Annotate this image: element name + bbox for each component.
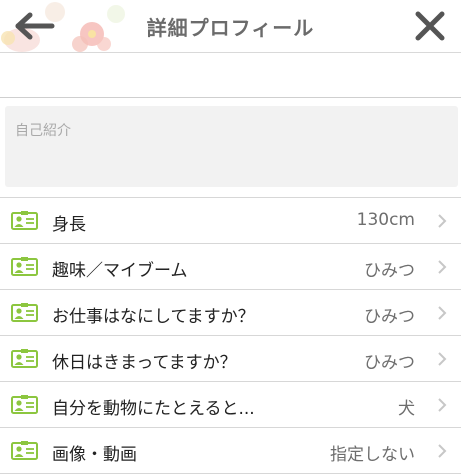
row-value: ひみつ [364,307,415,327]
id-card-icon [11,211,38,230]
profile-row-animal[interactable]: 自分を動物にたとえると... 犬 [0,382,461,428]
header-bar: 詳細プロフィール [0,0,461,53]
row-label: お仕事はなにしてますか？ [52,307,255,327]
id-card-icon [11,257,38,276]
id-card-icon [11,303,38,322]
profile-row-media[interactable]: 画像・動画 指定しない [0,428,461,474]
row-value: 犬 [398,399,415,419]
chevron-right-icon [438,352,447,366]
close-x-icon[interactable] [413,9,447,43]
spacer-row [0,53,461,98]
row-label: 自分を動物にたとえると... [52,399,255,419]
profile-row-hobby[interactable]: 趣味／マイブーム ひみつ [0,244,461,290]
row-label: 趣味／マイブーム [52,261,188,281]
chevron-right-icon [438,398,447,412]
id-card-icon [11,395,38,414]
row-value: 指定しない [330,445,415,465]
profile-row-job[interactable]: お仕事はなにしてますか？ ひみつ [0,290,461,336]
profile-row-holiday[interactable]: 休日はきまってますか？ ひみつ [0,336,461,382]
profile-row-height[interactable]: 身長 130cm [0,198,461,244]
self-introduction-placeholder: 自己紹介 [15,123,71,139]
row-value: ひみつ [364,261,415,281]
id-card-icon [11,349,38,368]
profile-detail-list: 身長 130cm 趣味／マイブーム ひみつ お仕事はなにしてますか？ ひみつ 休… [0,197,461,474]
row-label: 身長 [52,215,86,235]
page-title: 詳細プロフィール [146,16,315,40]
chevron-right-icon [438,306,447,320]
row-value: 130cm [356,210,415,230]
chevron-right-icon [438,444,447,458]
id-card-icon [11,441,38,460]
self-introduction-field[interactable]: 自己紹介 [5,106,458,187]
row-value: ひみつ [364,353,415,373]
row-label: 画像・動画 [52,445,137,465]
chevron-right-icon [438,214,447,228]
row-label: 休日はきまってますか？ [52,353,237,373]
chevron-right-icon [438,260,447,274]
